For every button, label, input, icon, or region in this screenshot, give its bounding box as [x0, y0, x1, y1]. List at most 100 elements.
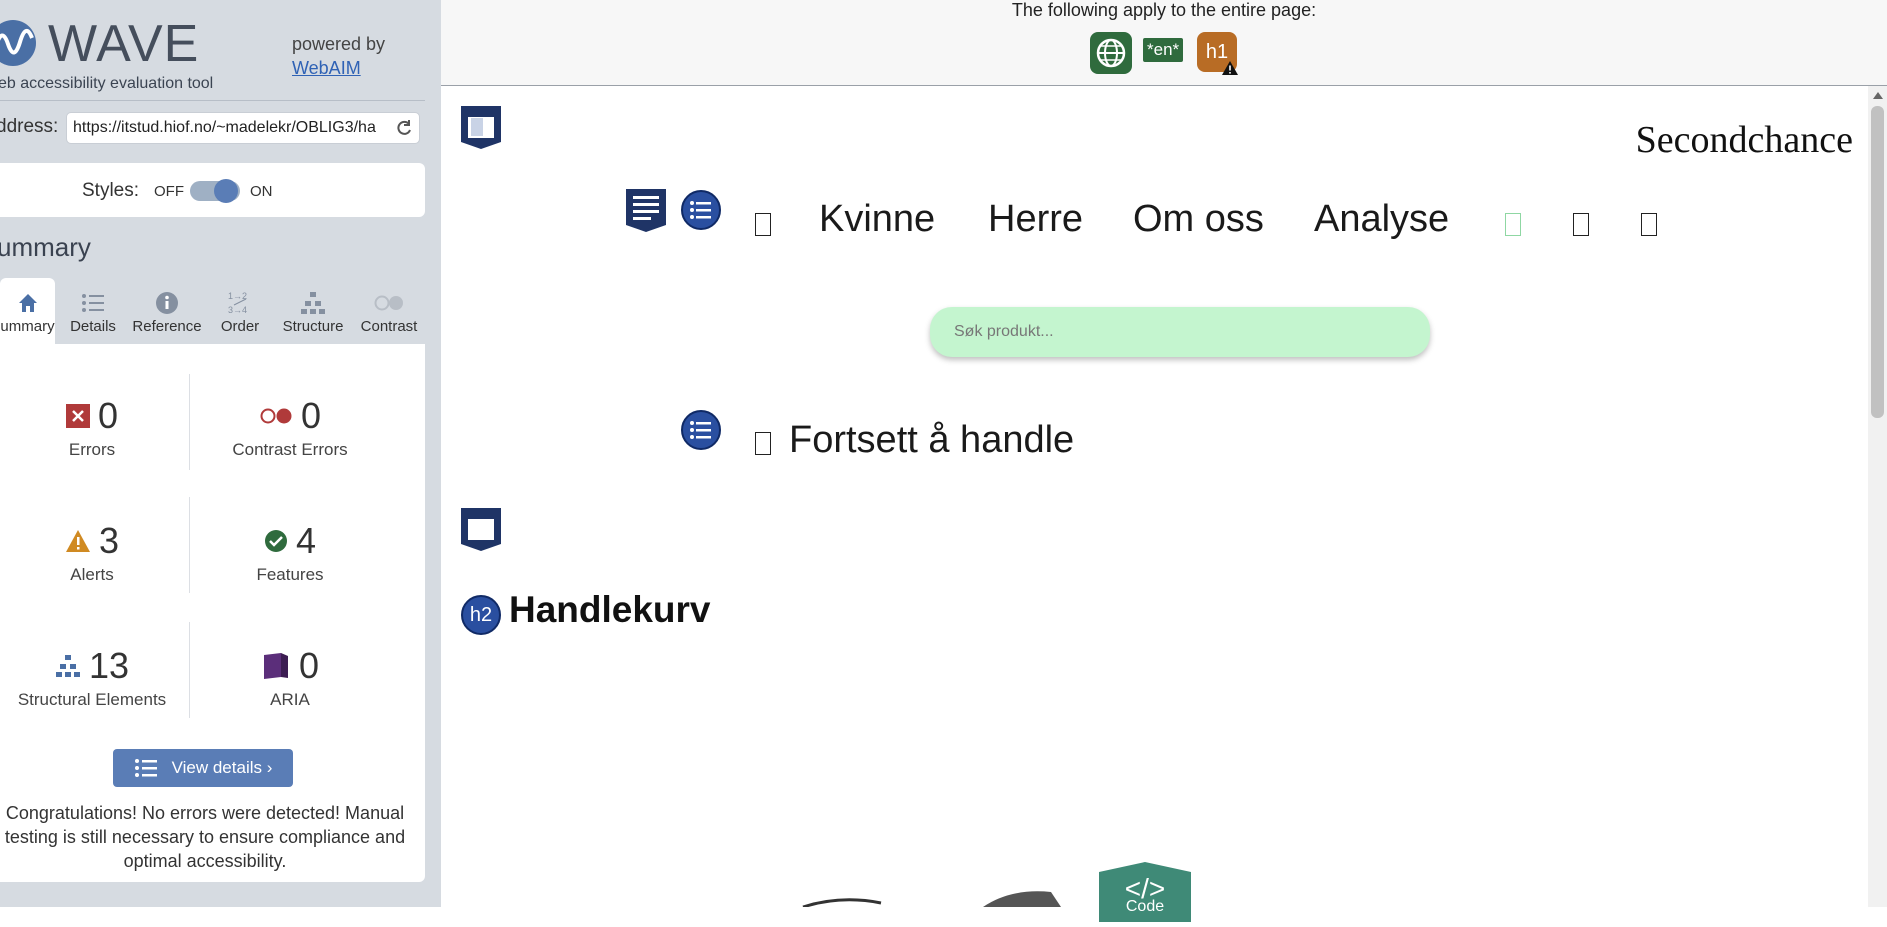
- styles-toggle[interactable]: [190, 179, 240, 203]
- divider: [189, 497, 190, 593]
- h2-badge[interactable]: h2: [461, 595, 501, 635]
- aria-label: ARIA: [270, 690, 310, 709]
- evaluated-page: The following apply to the entire page: …: [441, 0, 1887, 922]
- contrast-errors-count: 0: [300, 395, 322, 436]
- alerts-count: 3: [98, 520, 120, 561]
- tab-label: Order: [220, 318, 260, 335]
- tab-label: Contrast: [360, 318, 418, 335]
- list-structure-icon[interactable]: [680, 409, 722, 451]
- list-structure-icon[interactable]: [680, 189, 722, 231]
- errors-label: Errors: [68, 440, 116, 459]
- toggle-knob: [214, 179, 238, 203]
- aria-icon: [263, 653, 288, 679]
- summary-panel: 0 Errors 0 Contrast Errors 3 Alerts 4 Fe…: [0, 344, 425, 882]
- navigation-landmark-icon[interactable]: [624, 187, 668, 233]
- features-count: 4: [295, 520, 317, 561]
- stat-alerts[interactable]: 3 Alerts: [2, 519, 182, 585]
- aria-count: 0: [298, 645, 320, 686]
- list-icon: [134, 759, 157, 777]
- user-glyph-box[interactable]: [1573, 213, 1589, 236]
- errors-count: 0: [97, 395, 119, 436]
- stat-structural[interactable]: 13 Structural Elements: [2, 644, 182, 710]
- structure-icon: [55, 655, 80, 677]
- panel-title: ummary: [0, 232, 91, 262]
- stat-errors[interactable]: 0 Errors: [2, 394, 182, 460]
- divider: [189, 622, 190, 718]
- error-icon: [65, 404, 90, 428]
- code-badge-label: Code: [1125, 898, 1165, 915]
- continue-shopping-link[interactable]: Fortsett å handle: [789, 419, 1074, 462]
- styles-toggle-card: Styles: OFF ON: [0, 163, 425, 217]
- tab-label: Details: [70, 318, 116, 335]
- back-glyph-box: [755, 432, 771, 455]
- nav-kvinne[interactable]: Kvinne: [819, 198, 935, 241]
- styles-on-label: ON: [250, 183, 273, 200]
- tab-label: ummary: [0, 318, 55, 335]
- address-label: ddress:: [0, 116, 59, 137]
- product-image-partial: [802, 898, 882, 907]
- tab-reference[interactable]: Reference: [128, 278, 206, 344]
- congrats-message: Congratulations! No errors were detected…: [4, 803, 406, 871]
- contrast-error-icon: [260, 408, 292, 424]
- tab-contrast[interactable]: Contrast: [355, 278, 423, 344]
- contrast-icon: [355, 286, 423, 318]
- alert-icon: [65, 530, 90, 552]
- stat-features[interactable]: 4 Features: [200, 519, 380, 585]
- divider: [0, 100, 425, 101]
- nav-om-oss[interactable]: Om oss: [1133, 198, 1264, 241]
- alerts-label: Alerts: [70, 565, 114, 584]
- scrollbar[interactable]: [1868, 86, 1887, 907]
- home-icon: [0, 286, 55, 318]
- page-level-heading: The following apply to the entire page:: [1011, 0, 1317, 20]
- stat-aria[interactable]: 0 ARIA: [200, 644, 380, 710]
- nav-analyse[interactable]: Analyse: [1314, 198, 1449, 241]
- scroll-up-arrow-icon[interactable]: [1873, 92, 1883, 99]
- tab-summary[interactable]: ummary: [0, 278, 55, 344]
- tab-structure[interactable]: Structure: [277, 278, 349, 344]
- feature-check-icon: [264, 530, 287, 552]
- wave-sidebar: WAVE eb accessibility evaluation tool po…: [0, 0, 441, 907]
- tab-label: Structure: [282, 318, 344, 335]
- powered-by: powered by WebAIM: [292, 32, 385, 80]
- structure-icon: [277, 286, 349, 318]
- address-input[interactable]: [66, 112, 420, 144]
- order-icon: 1→2 3→4: [214, 286, 266, 318]
- powered-by-text: powered by: [292, 34, 386, 54]
- webaim-link[interactable]: WebAIM: [292, 56, 385, 80]
- tab-label: Reference: [132, 318, 202, 335]
- tab-order[interactable]: 1→2 3→4 Order: [214, 278, 266, 344]
- wave-logo-text: WAVE: [48, 15, 200, 73]
- alert-icon: [1222, 61, 1238, 75]
- structural-label: Structural Elements: [17, 690, 167, 709]
- product-image-partial: [983, 891, 1061, 907]
- structural-count: 13: [88, 645, 130, 686]
- svg-text:3→4: 3→4: [228, 305, 247, 315]
- search-input[interactable]: [930, 307, 1430, 357]
- nav-glyph-box: [755, 213, 771, 236]
- header-landmark-icon[interactable]: [459, 104, 503, 150]
- view-details-button[interactable]: View details ›: [113, 749, 293, 787]
- styles-off-label: OFF: [154, 183, 184, 200]
- cart-heading: Handlekurv: [509, 589, 711, 630]
- code-badge[interactable]: </> Code: [1089, 862, 1201, 922]
- language-badge[interactable]: *en*: [1143, 38, 1184, 62]
- main-landmark-icon[interactable]: [459, 506, 503, 552]
- features-label: Features: [256, 565, 324, 584]
- wave-tagline: eb accessibility evaluation tool: [0, 75, 214, 92]
- reload-icon[interactable]: [395, 119, 413, 137]
- divider: [189, 374, 190, 470]
- list-icon: [64, 286, 122, 318]
- stat-contrast-errors[interactable]: 0 Contrast Errors: [200, 394, 380, 460]
- scroll-thumb[interactable]: [1871, 106, 1884, 418]
- view-details-label: View details ›: [171, 758, 273, 777]
- globe-icon[interactable]: [1090, 32, 1132, 74]
- tab-details[interactable]: Details: [64, 278, 122, 344]
- styles-label: Styles:: [82, 180, 140, 201]
- page-level-bar: The following apply to the entire page: …: [441, 0, 1887, 86]
- search-glyph-box[interactable]: [1505, 213, 1521, 236]
- tab-bar: ummary Details Reference 1→2 3→4 Order St…: [0, 278, 425, 344]
- cart-glyph-box[interactable]: [1641, 213, 1657, 236]
- info-icon: [128, 286, 206, 318]
- wave-logo-icon: [0, 20, 36, 66]
- nav-herre[interactable]: Herre: [988, 198, 1083, 241]
